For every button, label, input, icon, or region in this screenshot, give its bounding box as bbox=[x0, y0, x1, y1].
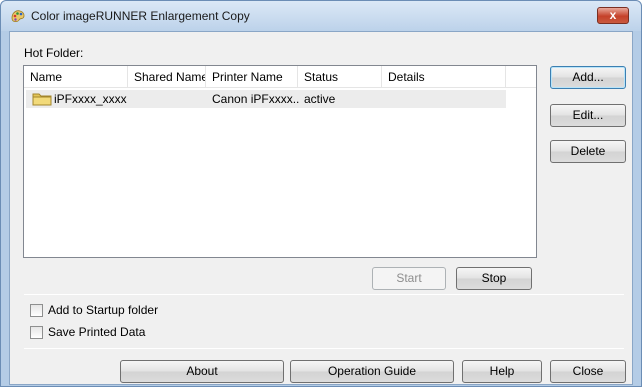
help-button[interactable]: Help bbox=[462, 360, 542, 383]
save-printed-data-label: Save Printed Data bbox=[48, 325, 146, 339]
app-palette-icon bbox=[11, 10, 25, 23]
column-header-status[interactable]: Status bbox=[298, 66, 382, 88]
about-button[interactable]: About bbox=[120, 360, 284, 383]
start-button[interactable]: Start bbox=[372, 267, 446, 290]
folder-icon bbox=[32, 93, 52, 106]
window-title: Color imageRUNNER Enlargement Copy bbox=[31, 9, 250, 23]
cell-printer-name: Canon iPFxxxx... bbox=[212, 92, 300, 106]
cell-shared-name bbox=[134, 90, 208, 108]
stop-button[interactable]: Stop bbox=[456, 267, 532, 290]
column-header-details[interactable]: Details bbox=[382, 66, 506, 88]
operation-guide-button[interactable]: Operation Guide bbox=[290, 360, 454, 383]
cell-status: active bbox=[304, 92, 336, 106]
separator bbox=[24, 348, 624, 349]
cell-name: iPFxxxx_xxxx bbox=[54, 92, 127, 106]
column-header-printer-name[interactable]: Printer Name bbox=[206, 66, 298, 88]
edit-button[interactable]: Edit... bbox=[550, 104, 626, 127]
window-close-button[interactable]: x bbox=[597, 7, 629, 24]
save-printed-data-checkbox[interactable] bbox=[30, 326, 43, 339]
add-button[interactable]: Add... bbox=[550, 66, 626, 89]
column-header-shared-name[interactable]: Shared Name bbox=[128, 66, 206, 88]
delete-button[interactable]: Delete bbox=[550, 140, 626, 163]
close-button[interactable]: Close bbox=[550, 360, 626, 383]
column-header-name[interactable]: Name bbox=[24, 66, 128, 88]
separator bbox=[24, 294, 624, 295]
add-to-startup-checkbox[interactable] bbox=[30, 304, 43, 317]
cell-details bbox=[388, 90, 506, 108]
list-header: Name Shared Name Printer Name Status Det… bbox=[24, 66, 536, 88]
hot-folder-list[interactable]: Name Shared Name Printer Name Status Det… bbox=[23, 65, 537, 258]
add-to-startup-label: Add to Startup folder bbox=[48, 303, 159, 317]
title-bar[interactable]: Color imageRUNNER Enlargement Copy x bbox=[1, 1, 641, 31]
hot-folder-label: Hot Folder: bbox=[24, 46, 84, 60]
table-row[interactable]: iPFxxxx_xxxx Canon iPFxxxx... active bbox=[26, 90, 506, 108]
